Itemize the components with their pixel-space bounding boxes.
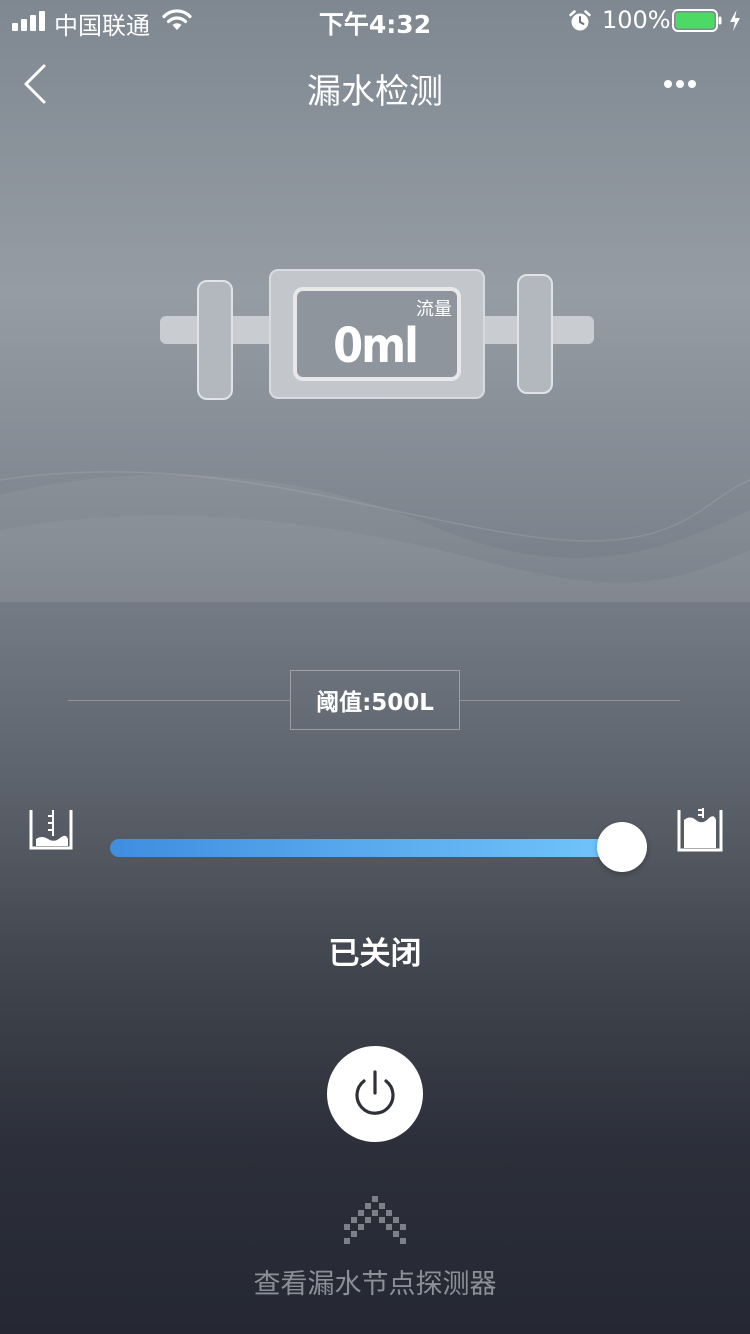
valve-state-text: 已关闭 — [328, 936, 422, 972]
threshold-slider-track[interactable] — [110, 839, 630, 857]
battery-percent: 100% — [602, 6, 671, 34]
page-title: 漏水检测 — [307, 72, 443, 112]
power-button[interactable] — [327, 1046, 423, 1142]
more-dots-icon — [664, 80, 696, 88]
status-bar: 中国联通 下午4:32 100% — [0, 0, 750, 40]
view-leak-detectors-link[interactable]: 查看漏水节点探测器 — [0, 1262, 750, 1301]
chevron-up-icon[interactable] — [343, 1194, 407, 1246]
threshold-label: 阈值:500L — [316, 690, 434, 716]
more-button[interactable] — [655, 64, 705, 104]
divider-right — [460, 700, 680, 701]
battery-icon — [672, 9, 722, 32]
threshold-badge: 阈值:500L — [290, 670, 460, 730]
threshold-slider-thumb[interactable] — [597, 822, 647, 872]
divider-left — [68, 700, 290, 701]
wave-decoration — [0, 471, 750, 602]
alarm-clock-icon — [569, 10, 591, 31]
charging-bolt-icon — [730, 10, 740, 31]
power-icon — [355, 1070, 395, 1115]
water-high-icon — [677, 808, 723, 852]
water-low-icon — [29, 810, 73, 850]
flow-value: 0ml — [333, 318, 419, 374]
